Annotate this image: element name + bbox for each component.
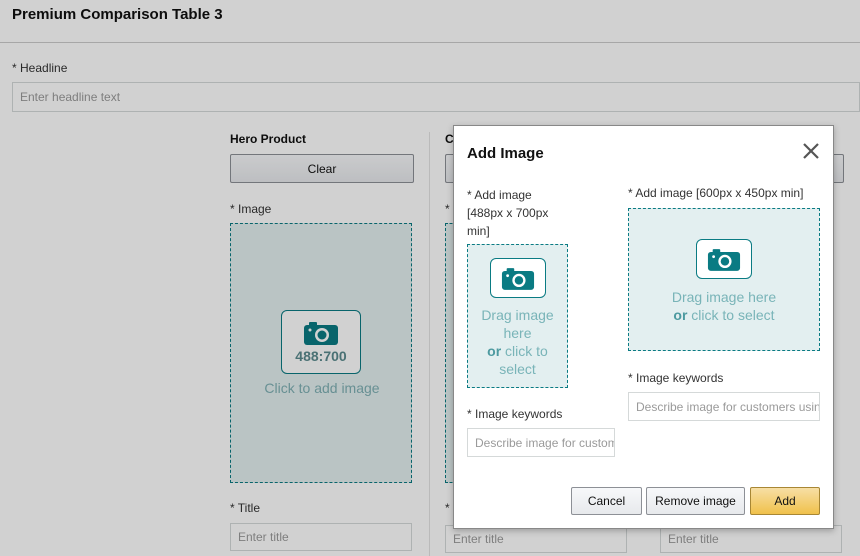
right-image-label: * Add image [600px x 450px min] [628,186,804,200]
left-drag-or: or [487,343,502,359]
left-drag-line3: click to [501,343,548,359]
right-image-dropzone[interactable]: Drag image here or click to select [628,208,820,351]
left-drag-line4: select [499,361,536,377]
close-icon[interactable] [800,140,822,162]
left-drag-line1: Drag image [481,307,554,323]
left-keywords-label: * Image keywords [467,407,563,421]
right-drag-line2: click to select [687,307,775,323]
modal-title: Add Image [467,145,544,162]
left-camera-box [490,258,546,298]
left-image-label-line3: min] [467,224,490,238]
right-drag-text: Drag image here or click to select [629,288,819,324]
remove-image-button[interactable]: Remove image [646,487,745,515]
add-image-modal: Add Image * Add image [488px x 700px min… [453,125,834,529]
right-camera-box [696,239,752,279]
left-keywords-input[interactable]: Describe image for customers using [467,428,615,457]
add-button[interactable]: Add [750,487,820,515]
cancel-button[interactable]: Cancel [571,487,642,515]
right-drag-line1: Drag image here [671,289,777,305]
left-image-label: * Add image [488px x 700px min] [467,186,548,240]
right-keywords-input[interactable]: Describe image for customers using [628,392,820,421]
left-image-dropzone[interactable]: Drag image here or click to select [467,244,568,388]
left-image-label-line2: [488px x 700px [467,206,549,220]
camera-icon [501,267,535,290]
camera-icon [707,248,741,271]
left-image-label-line1: * Add image [467,188,532,202]
left-drag-line2: here [503,325,532,341]
right-keywords-label: * Image keywords [628,371,724,385]
right-drag-or: or [673,307,688,323]
left-drag-text: Drag image here or click to select [468,306,567,378]
